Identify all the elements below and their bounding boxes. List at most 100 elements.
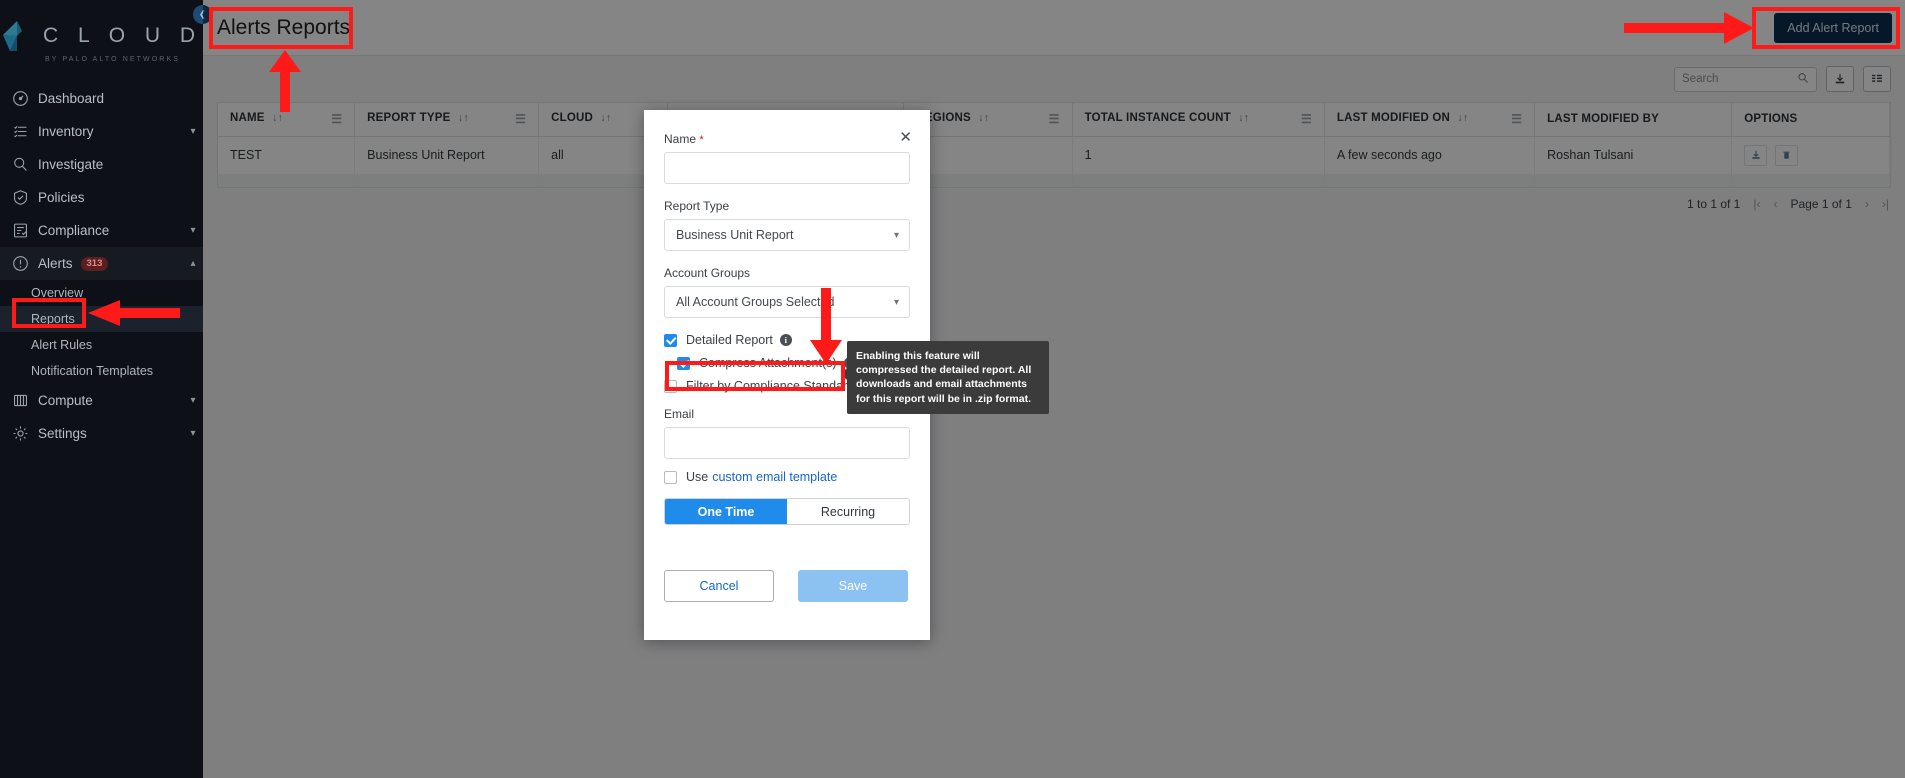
cancel-button[interactable]: Cancel bbox=[664, 570, 774, 602]
gauge-icon bbox=[12, 89, 38, 109]
column-header-options: OPTIONS bbox=[1731, 103, 1890, 137]
use-custom-email-template-checkbox[interactable]: Use custom email template bbox=[664, 470, 910, 484]
close-icon[interactable]: ✕ bbox=[899, 130, 912, 145]
column-menu-icon[interactable]: ☰ bbox=[1049, 112, 1060, 126]
page-header: Alerts Reports Add Alert Report bbox=[203, 0, 1905, 56]
pagination-page: Page 1 of 1 bbox=[1790, 197, 1852, 211]
chevron-down-icon: ▾ bbox=[893, 229, 899, 241]
account-groups-select[interactable]: All Account Groups Selected ▾ bbox=[664, 286, 910, 318]
first-page-icon[interactable]: |‹ bbox=[1753, 197, 1760, 211]
chevron-down-icon: ▾ bbox=[190, 395, 196, 406]
cell-report-type: Business Unit Report bbox=[354, 136, 540, 174]
add-alert-report-button[interactable]: Add Alert Report bbox=[1774, 12, 1892, 43]
column-header-name[interactable]: NAME ↓↑ ☰ bbox=[218, 103, 356, 137]
modal-actions: Cancel Save bbox=[664, 570, 910, 602]
sidebar-subitem-label: Reports bbox=[31, 312, 75, 326]
sidebar-item-reports[interactable]: Reports bbox=[0, 306, 203, 332]
pagination-range: 1 to 1 of 1 bbox=[1686, 197, 1741, 211]
next-page-icon[interactable]: › bbox=[1865, 197, 1869, 211]
detailed-report-label: Detailed Report bbox=[686, 333, 773, 347]
checkbox-box[interactable] bbox=[664, 470, 677, 484]
sort-icon[interactable]: ↓↑ bbox=[1238, 112, 1249, 124]
sort-icon[interactable]: ↓↑ bbox=[1457, 112, 1468, 124]
save-button[interactable]: Save bbox=[798, 570, 908, 602]
column-header-last-modified-on[interactable]: LAST MODIFIED ON ↓↑ ☰ bbox=[1324, 103, 1536, 137]
sidebar-item-alerts[interactable]: Alerts 313 ▴ bbox=[0, 247, 203, 280]
compress-attachments-label: Compress Attachment(s) bbox=[699, 356, 837, 370]
column-menu-icon[interactable]: ☰ bbox=[1301, 112, 1312, 126]
list-icon bbox=[12, 122, 38, 142]
account-groups-value: All Account Groups Selected bbox=[676, 295, 835, 309]
sidebar-item-label: Policies bbox=[38, 190, 85, 205]
sort-icon[interactable]: ↓↑ bbox=[978, 112, 989, 124]
name-input[interactable] bbox=[664, 152, 910, 184]
app-root: ❮ C L O U D BY PALO ALTO NETWORKS Dashbo… bbox=[0, 0, 1905, 778]
tab-one-time[interactable]: One Time bbox=[665, 499, 787, 524]
container-icon bbox=[12, 391, 38, 411]
sidebar-item-inventory[interactable]: Inventory ▾ bbox=[0, 115, 203, 148]
column-label: REPORT TYPE bbox=[367, 112, 451, 125]
search-icon bbox=[1797, 72, 1809, 87]
column-menu-icon[interactable]: ☰ bbox=[1511, 112, 1522, 126]
column-label: NAME bbox=[230, 112, 265, 125]
table-row[interactable]: TEST Business Unit Report all AWS Accoun… bbox=[218, 136, 1890, 174]
columns-button[interactable] bbox=[1863, 66, 1891, 92]
logo-subtitle: BY PALO ALTO NETWORKS bbox=[45, 56, 180, 63]
sidebar-collapse-icon[interactable]: ❮ bbox=[193, 5, 212, 24]
checkbox-box[interactable] bbox=[677, 356, 690, 370]
sidebar-item-overview[interactable]: Overview bbox=[0, 280, 203, 306]
sidebar-item-alert-rules[interactable]: Alert Rules bbox=[0, 332, 203, 358]
cell-options bbox=[1731, 136, 1890, 174]
sidebar: ❮ C L O U D BY PALO ALTO NETWORKS Dashbo… bbox=[0, 0, 212, 778]
row-download-icon[interactable] bbox=[1744, 144, 1768, 166]
sidebar-item-settings[interactable]: Settings ▾ bbox=[0, 417, 203, 450]
sidebar-item-label: Dashboard bbox=[38, 91, 105, 106]
download-button[interactable] bbox=[1826, 66, 1854, 92]
column-menu-icon[interactable]: ☰ bbox=[515, 112, 526, 126]
reports-table: NAME ↓↑ ☰ REPORT TYPE ↓↑ ☰ CLOUD ↓↑ REGI… bbox=[217, 102, 1891, 188]
info-icon[interactable]: i bbox=[779, 334, 792, 346]
logo-text: C L O U D bbox=[42, 24, 203, 47]
sort-icon[interactable]: ↓↑ bbox=[272, 112, 283, 124]
report-type-select[interactable]: Business Unit Report ▾ bbox=[664, 219, 910, 251]
alerts-count-badge: 313 bbox=[80, 256, 109, 271]
search-placeholder: Search bbox=[1682, 73, 1719, 85]
column-header-report-type[interactable]: REPORT TYPE ↓↑ ☰ bbox=[354, 103, 540, 137]
column-label: LAST MODIFIED BY bbox=[1547, 113, 1659, 126]
table-toolbar: Search bbox=[203, 56, 1905, 102]
filter-compliance-label: Filter by Compliance Standard bbox=[686, 379, 855, 393]
email-input[interactable] bbox=[664, 427, 910, 459]
report-type-label: Report Type bbox=[664, 199, 730, 213]
column-header-last-modified-by[interactable]: LAST MODIFIED BY bbox=[1534, 103, 1733, 137]
sort-icon[interactable]: ↓↑ bbox=[458, 112, 469, 124]
search-input[interactable]: Search bbox=[1674, 66, 1817, 92]
sidebar-item-compliance[interactable]: Compliance ▾ bbox=[0, 214, 203, 247]
sidebar-item-policies[interactable]: Policies bbox=[0, 181, 203, 214]
sidebar-item-dashboard[interactable]: Dashboard bbox=[0, 82, 203, 115]
sidebar-item-compute[interactable]: Compute ▾ bbox=[0, 384, 203, 417]
document-check-icon bbox=[12, 221, 38, 241]
last-page-icon[interactable]: ›| bbox=[1882, 197, 1889, 211]
column-label: LAST MODIFIED ON bbox=[1336, 112, 1450, 125]
sidebar-subitem-label: Alert Rules bbox=[31, 338, 93, 352]
column-header-total-instance-count[interactable]: TOTAL INSTANCE COUNT ↓↑ ☰ bbox=[1072, 103, 1325, 137]
product-logo: C L O U D BY PALO ALTO NETWORKS bbox=[0, 0, 203, 82]
sort-icon[interactable]: ↓↑ bbox=[600, 112, 611, 124]
table-header-row: NAME ↓↑ ☰ REPORT TYPE ↓↑ ☰ CLOUD ↓↑ REGI… bbox=[218, 103, 1890, 137]
custom-email-template-link[interactable]: custom email template bbox=[712, 470, 837, 484]
sidebar-item-notification-templates[interactable]: Notification Templates bbox=[0, 358, 203, 384]
column-menu-icon[interactable]: ☰ bbox=[331, 112, 342, 126]
row-delete-icon[interactable] bbox=[1774, 145, 1798, 166]
checkbox-box[interactable] bbox=[664, 379, 677, 393]
sidebar-item-investigate[interactable]: Investigate bbox=[0, 148, 203, 181]
shield-check-icon bbox=[12, 188, 38, 208]
pagination: 1 to 1 of 1 |‹ ‹ Page 1 of 1 › ›| bbox=[203, 188, 1905, 211]
tab-recurring[interactable]: Recurring bbox=[787, 499, 909, 524]
cell-last-modified-by: Roshan Tulsani bbox=[1534, 136, 1733, 174]
sidebar-subitem-label: Overview bbox=[31, 286, 84, 300]
cell-total-instance-count: 1 bbox=[1072, 136, 1325, 174]
sidebar-item-label: Settings bbox=[38, 426, 87, 441]
prev-page-icon[interactable]: ‹ bbox=[1773, 197, 1777, 211]
name-label: Name * bbox=[664, 132, 704, 146]
checkbox-box[interactable] bbox=[664, 333, 677, 347]
